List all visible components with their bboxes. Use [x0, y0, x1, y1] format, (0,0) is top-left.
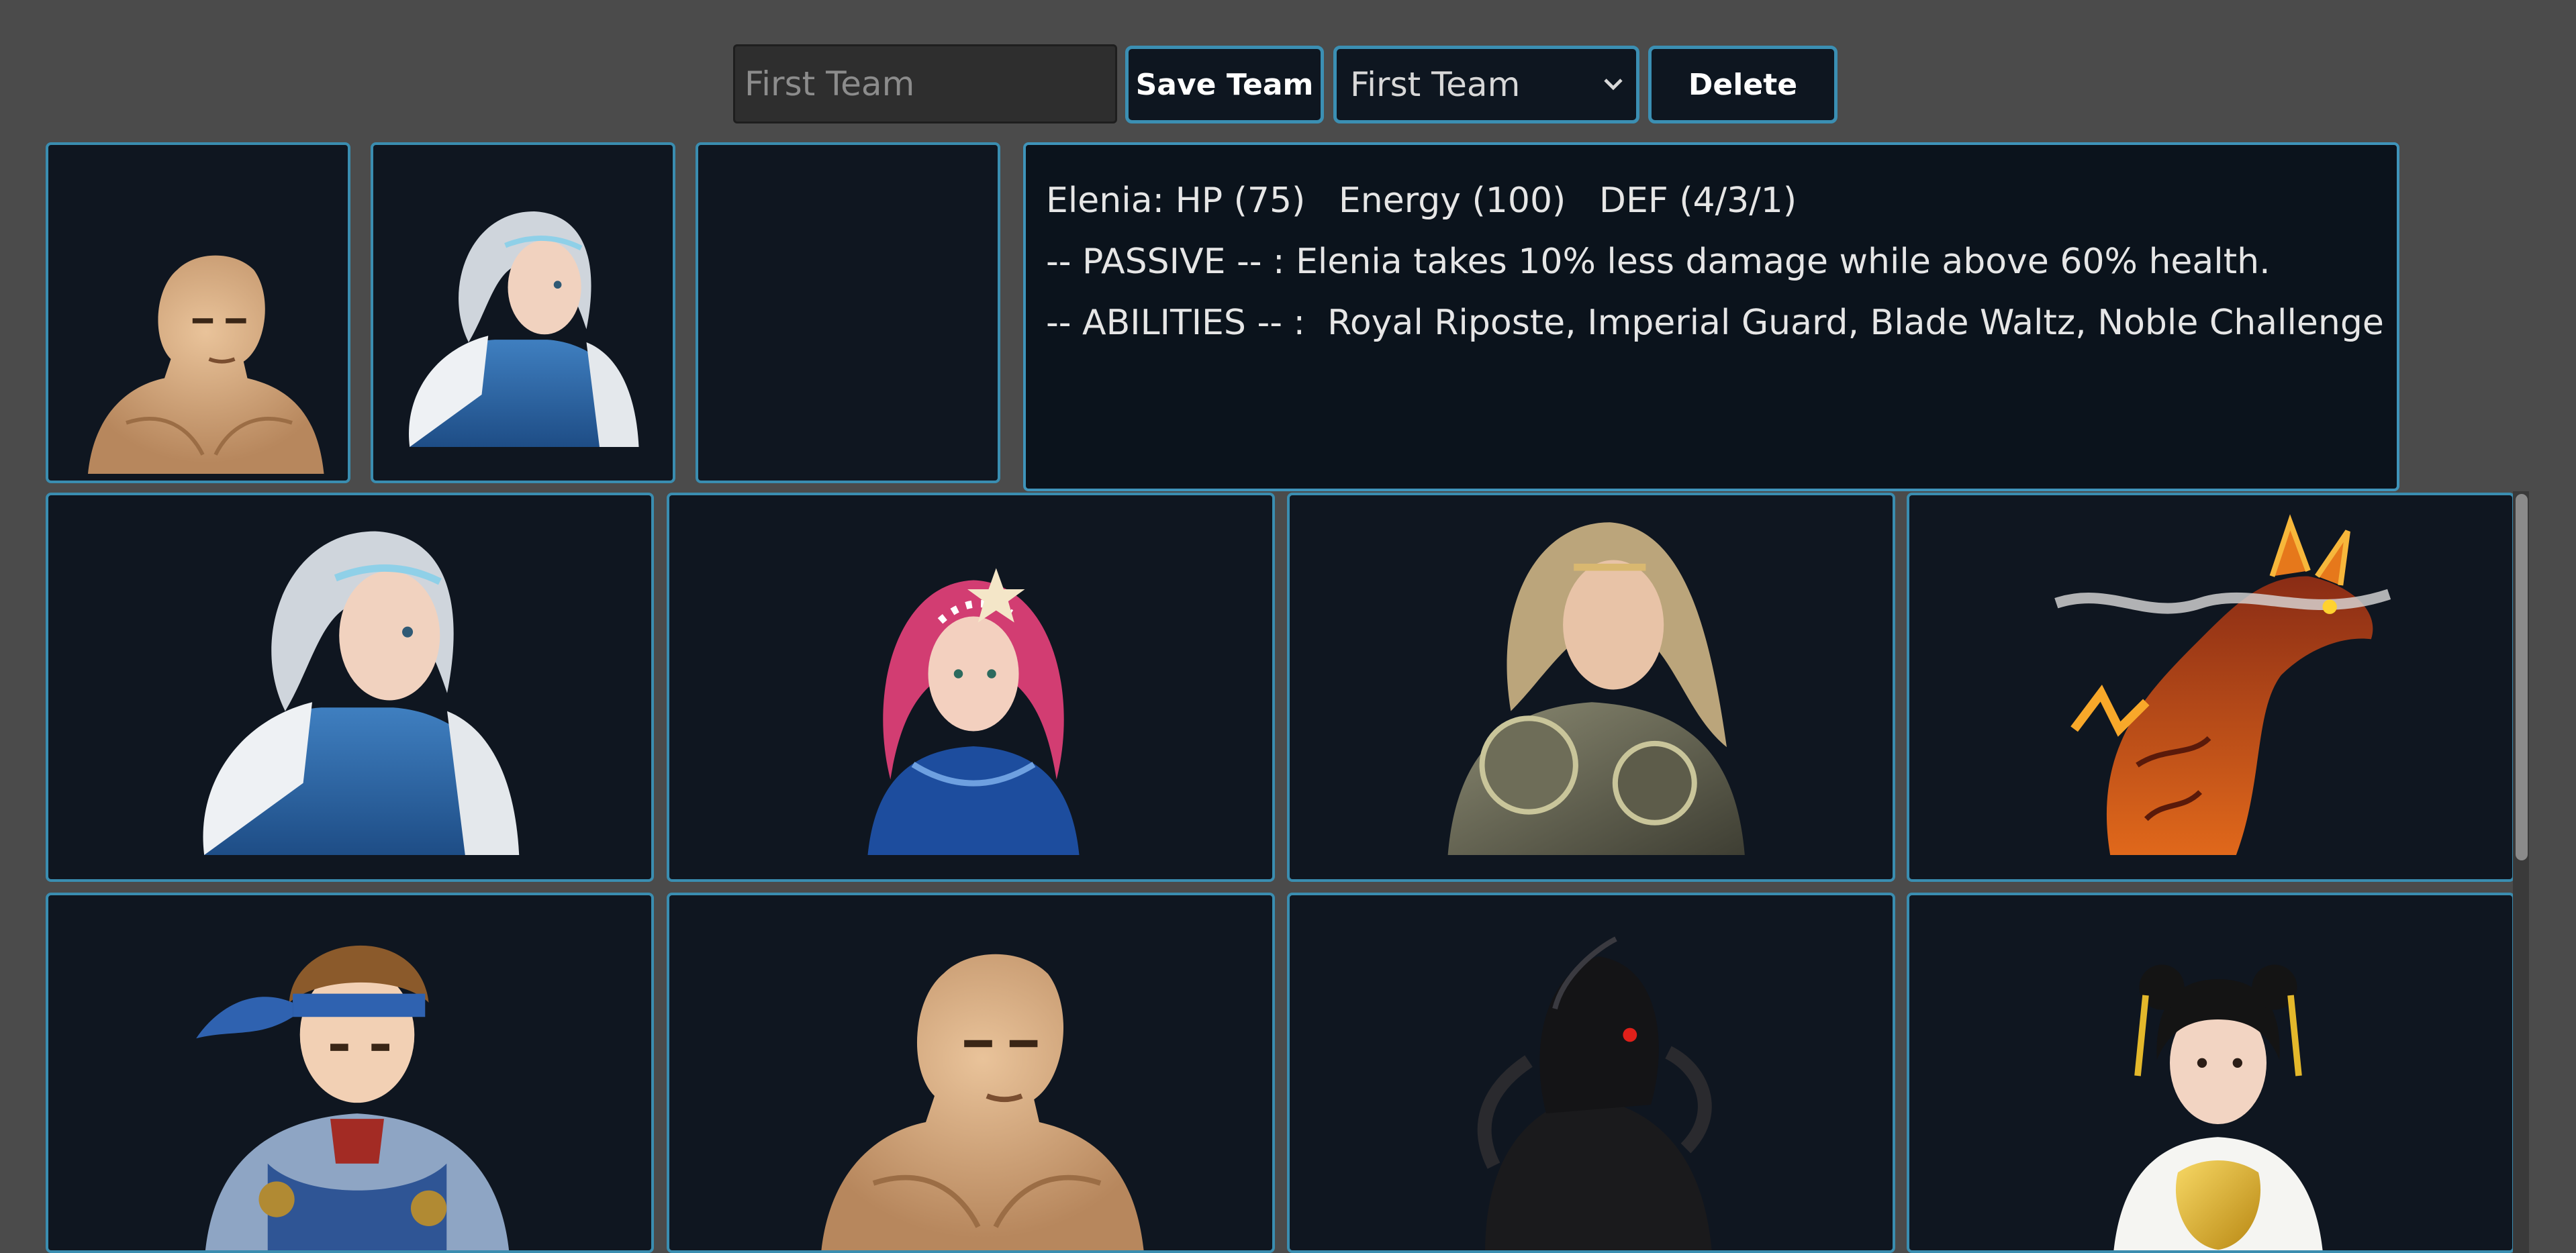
armored-warrior-woman-portrait	[1411, 495, 1773, 855]
roster-card-headband-swordsman[interactable]	[46, 893, 654, 1253]
roster-card-armored-warrior-woman[interactable]	[1287, 493, 1895, 882]
character-stats-line: Elenia: HP (75) Energy (100) DEF (4/3/1)	[1046, 181, 1797, 221]
roster-scrollbar-thumb[interactable]	[2516, 494, 2528, 860]
character-info-panel: Elenia: HP (75) Energy (100) DEF (4/3/1)…	[1023, 142, 2399, 491]
delete-team-button[interactable]: Delete	[1648, 46, 1838, 123]
roster-card-golden-dragon-empress[interactable]	[1907, 893, 2515, 1253]
roster-card-silver-haired-queen[interactable]	[46, 493, 654, 882]
team-select-dropdown[interactable]: First Team	[1333, 46, 1639, 123]
shadow-knight-portrait	[1424, 895, 1773, 1253]
headband-swordsman-portrait	[169, 895, 545, 1253]
golden-dragon-empress-portrait	[2057, 895, 2379, 1253]
silver-haired-queen-portrait	[387, 185, 655, 447]
chevron-down-icon	[1604, 79, 1623, 91]
team-slot-3-empty[interactable]	[696, 142, 1000, 483]
bald-monk-portrait	[804, 895, 1153, 1253]
save-team-button[interactable]: Save Team	[1125, 46, 1324, 123]
silver-haired-queen-portrait	[169, 495, 545, 855]
roster-card-fire-dragon[interactable]	[1907, 493, 2515, 882]
roster-card-shadow-knight[interactable]	[1287, 893, 1895, 1253]
character-abilities-line: -- ABILITIES -- : Royal Riposte, Imperia…	[1046, 303, 2384, 343]
roster-card-bald-monk[interactable]	[667, 893, 1275, 1253]
pink-haired-sea-maiden-portrait	[822, 495, 1125, 855]
team-name-input[interactable]	[733, 44, 1117, 123]
fire-dragon-portrait	[2030, 495, 2406, 855]
character-passive-line: -- PASSIVE -- : Elenia takes 10% less da…	[1046, 242, 2271, 282]
bald-monk-portrait	[75, 158, 330, 474]
roster-card-pink-haired-sea-maiden[interactable]	[667, 493, 1275, 882]
team-slot-2[interactable]	[371, 142, 675, 483]
team-select-value: First Team	[1350, 65, 1521, 104]
team-slot-1[interactable]	[46, 142, 350, 483]
